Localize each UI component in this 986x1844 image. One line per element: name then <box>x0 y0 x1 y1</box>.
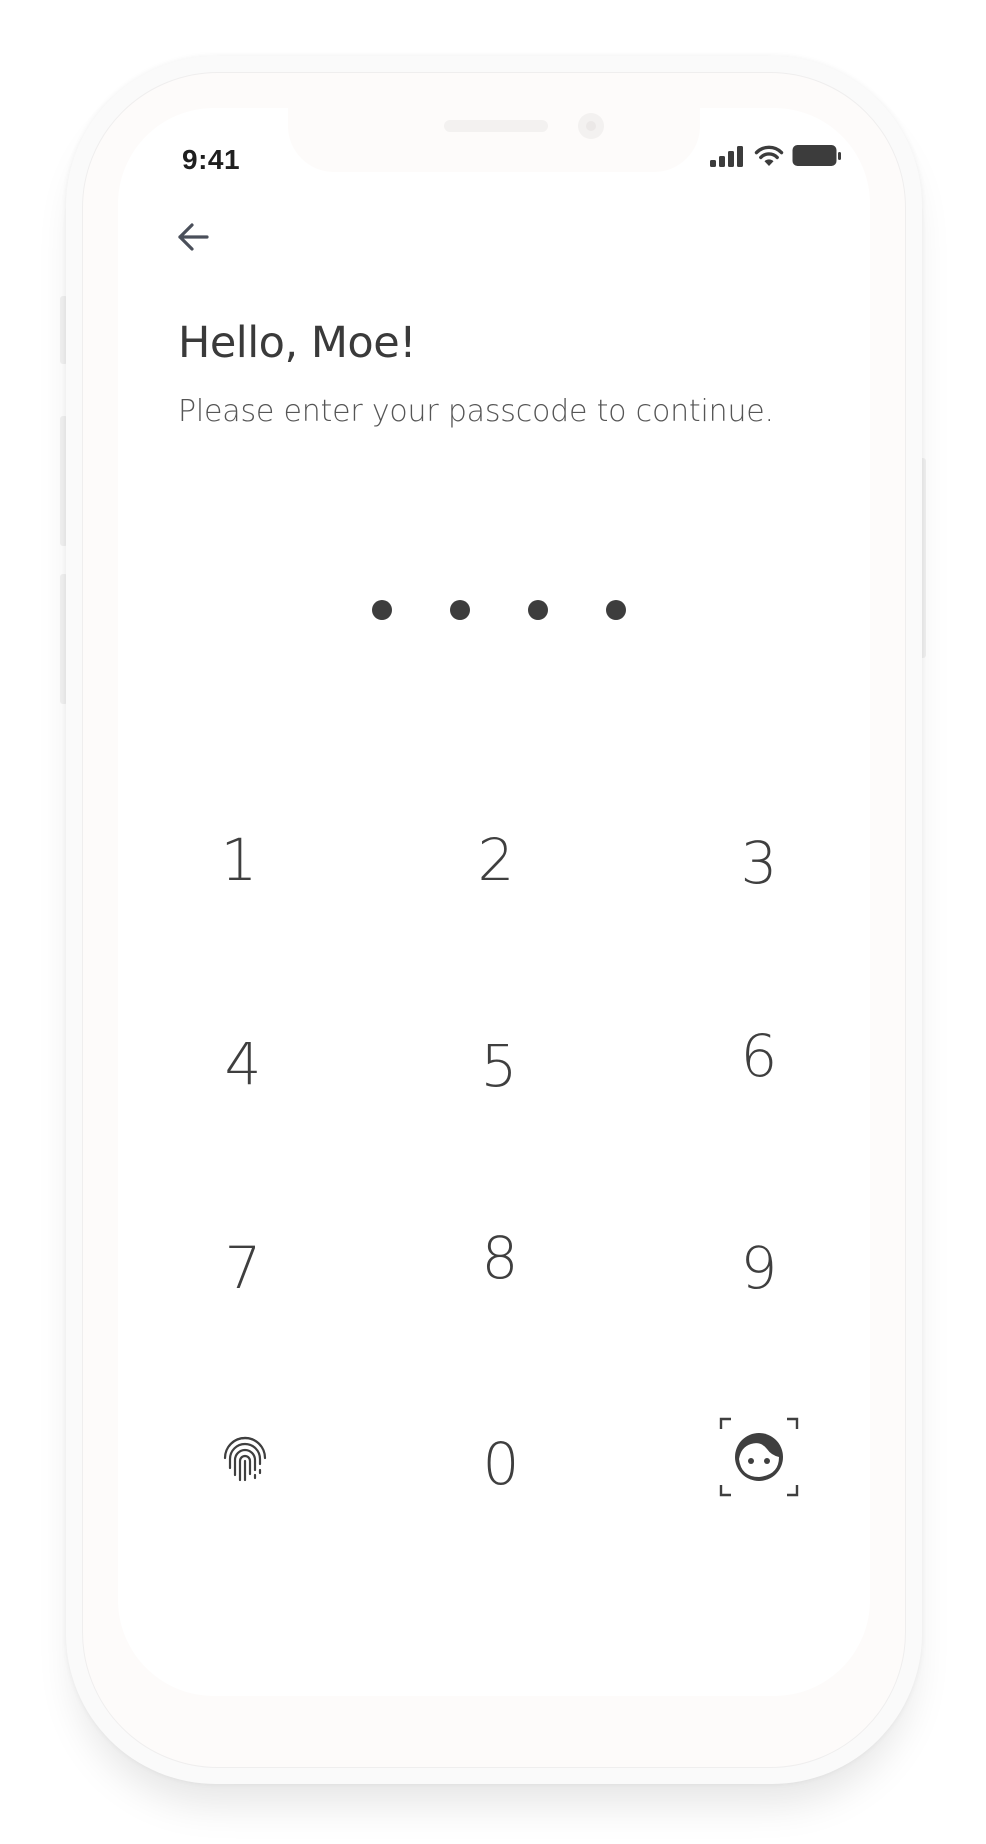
status-icons <box>710 144 842 172</box>
fingerprint-icon <box>221 1430 269 1498</box>
keypad-key-9[interactable]: 9 <box>684 1208 834 1328</box>
signal-icon <box>710 145 746 171</box>
passcode-dot <box>528 600 548 620</box>
arrow-left-icon <box>176 222 210 256</box>
wifi-icon <box>754 145 784 171</box>
keypad-key-8[interactable]: 8 <box>425 1198 575 1318</box>
keypad-key-3[interactable]: 3 <box>684 803 834 923</box>
keypad-key-0[interactable]: 0 <box>426 1404 576 1524</box>
phone-screen: 9:41 Hello, Moe! Please enter your passc… <box>118 108 870 1696</box>
passcode-instruction: Please enter your passcode to continue. <box>178 394 774 429</box>
front-camera <box>578 113 604 139</box>
greeting-title: Hello, Moe! <box>178 318 416 368</box>
face-id-icon <box>719 1417 799 1511</box>
keypad-key-2[interactable]: 2 <box>421 800 571 920</box>
face-id-button[interactable] <box>684 1404 834 1524</box>
status-time: 9:41 <box>182 144 241 175</box>
fingerprint-button[interactable] <box>170 1404 320 1524</box>
keypad-key-4[interactable]: 4 <box>168 1004 318 1124</box>
keypad-key-5[interactable]: 5 <box>424 1006 574 1126</box>
notch <box>288 108 700 172</box>
passcode-indicator <box>118 600 870 624</box>
speaker-grille <box>444 120 548 132</box>
battery-icon <box>792 144 842 172</box>
keypad-key-6[interactable]: 6 <box>684 996 834 1116</box>
page-canvas: 9:41 Hello, Moe! Please enter your passc… <box>0 0 986 1844</box>
back-button[interactable] <box>168 214 218 264</box>
keypad-key-7[interactable]: 7 <box>168 1208 318 1328</box>
keypad-key-1[interactable]: 1 <box>164 800 314 920</box>
passcode-dot <box>372 600 392 620</box>
passcode-dot <box>450 600 470 620</box>
passcode-dot <box>606 600 626 620</box>
